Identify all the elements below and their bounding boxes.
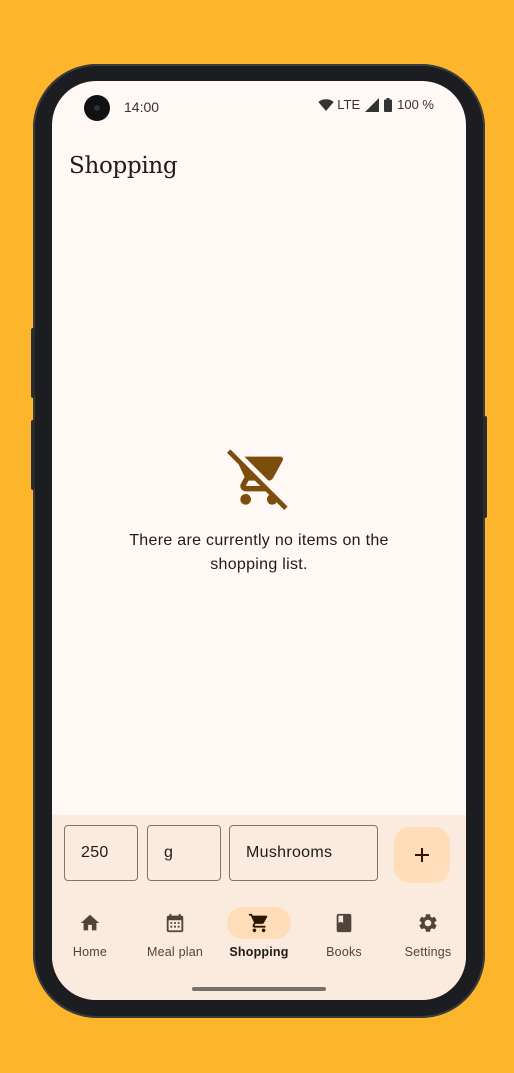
- nav-item-home[interactable]: Home: [52, 907, 132, 971]
- gesture-bar[interactable]: [192, 987, 326, 991]
- plus-icon: [415, 848, 429, 862]
- home-icon: [80, 914, 100, 931]
- battery-label: 100 %: [397, 97, 434, 112]
- status-indicators: LTE 100 %: [318, 97, 434, 112]
- empty-message: There are currently no items on the shop…: [129, 532, 389, 573]
- nav-item-meal-plan[interactable]: Meal plan: [133, 907, 217, 971]
- nav-label: Settings: [404, 945, 452, 959]
- nav-label: Shopping: [229, 945, 289, 959]
- add-item-button[interactable]: [394, 827, 450, 883]
- item-name-field[interactable]: [229, 825, 378, 881]
- unit-field[interactable]: [147, 825, 221, 881]
- camera-icon: [84, 95, 110, 121]
- empty-state: There are currently no items on the shop…: [52, 446, 466, 577]
- nav-label: Meal plan: [147, 945, 203, 959]
- nav-item-books[interactable]: Books: [302, 907, 386, 971]
- side-button: [483, 416, 487, 518]
- cart-icon: [248, 913, 268, 933]
- status-bar: 14:00 LTE 100 %: [52, 81, 466, 133]
- signal-icon: [365, 97, 380, 112]
- network-label: LTE: [337, 97, 361, 112]
- quantity-field[interactable]: [64, 825, 138, 881]
- book-icon: [336, 913, 352, 933]
- nav-item-shopping[interactable]: Shopping: [217, 907, 301, 971]
- cart-off-icon: [227, 449, 288, 510]
- status-time: 14:00: [124, 99, 160, 115]
- volume-button: [31, 420, 35, 490]
- bottom-navigation: Home Meal plan Shopping Books Settings: [52, 895, 466, 1000]
- nav-label: Home: [72, 945, 108, 959]
- wifi-icon: [318, 98, 334, 111]
- page-title: Shopping: [69, 153, 178, 179]
- add-item-bar: [52, 815, 466, 895]
- app-screen: 14:00 LTE 100 % Shopping There are curre…: [52, 81, 466, 1000]
- nav-label: Books: [326, 945, 362, 959]
- gear-icon: [419, 914, 437, 932]
- power-button: [31, 328, 35, 398]
- battery-icon: [384, 97, 393, 112]
- calendar-icon: [166, 913, 184, 933]
- nav-item-settings[interactable]: Settings: [386, 907, 466, 971]
